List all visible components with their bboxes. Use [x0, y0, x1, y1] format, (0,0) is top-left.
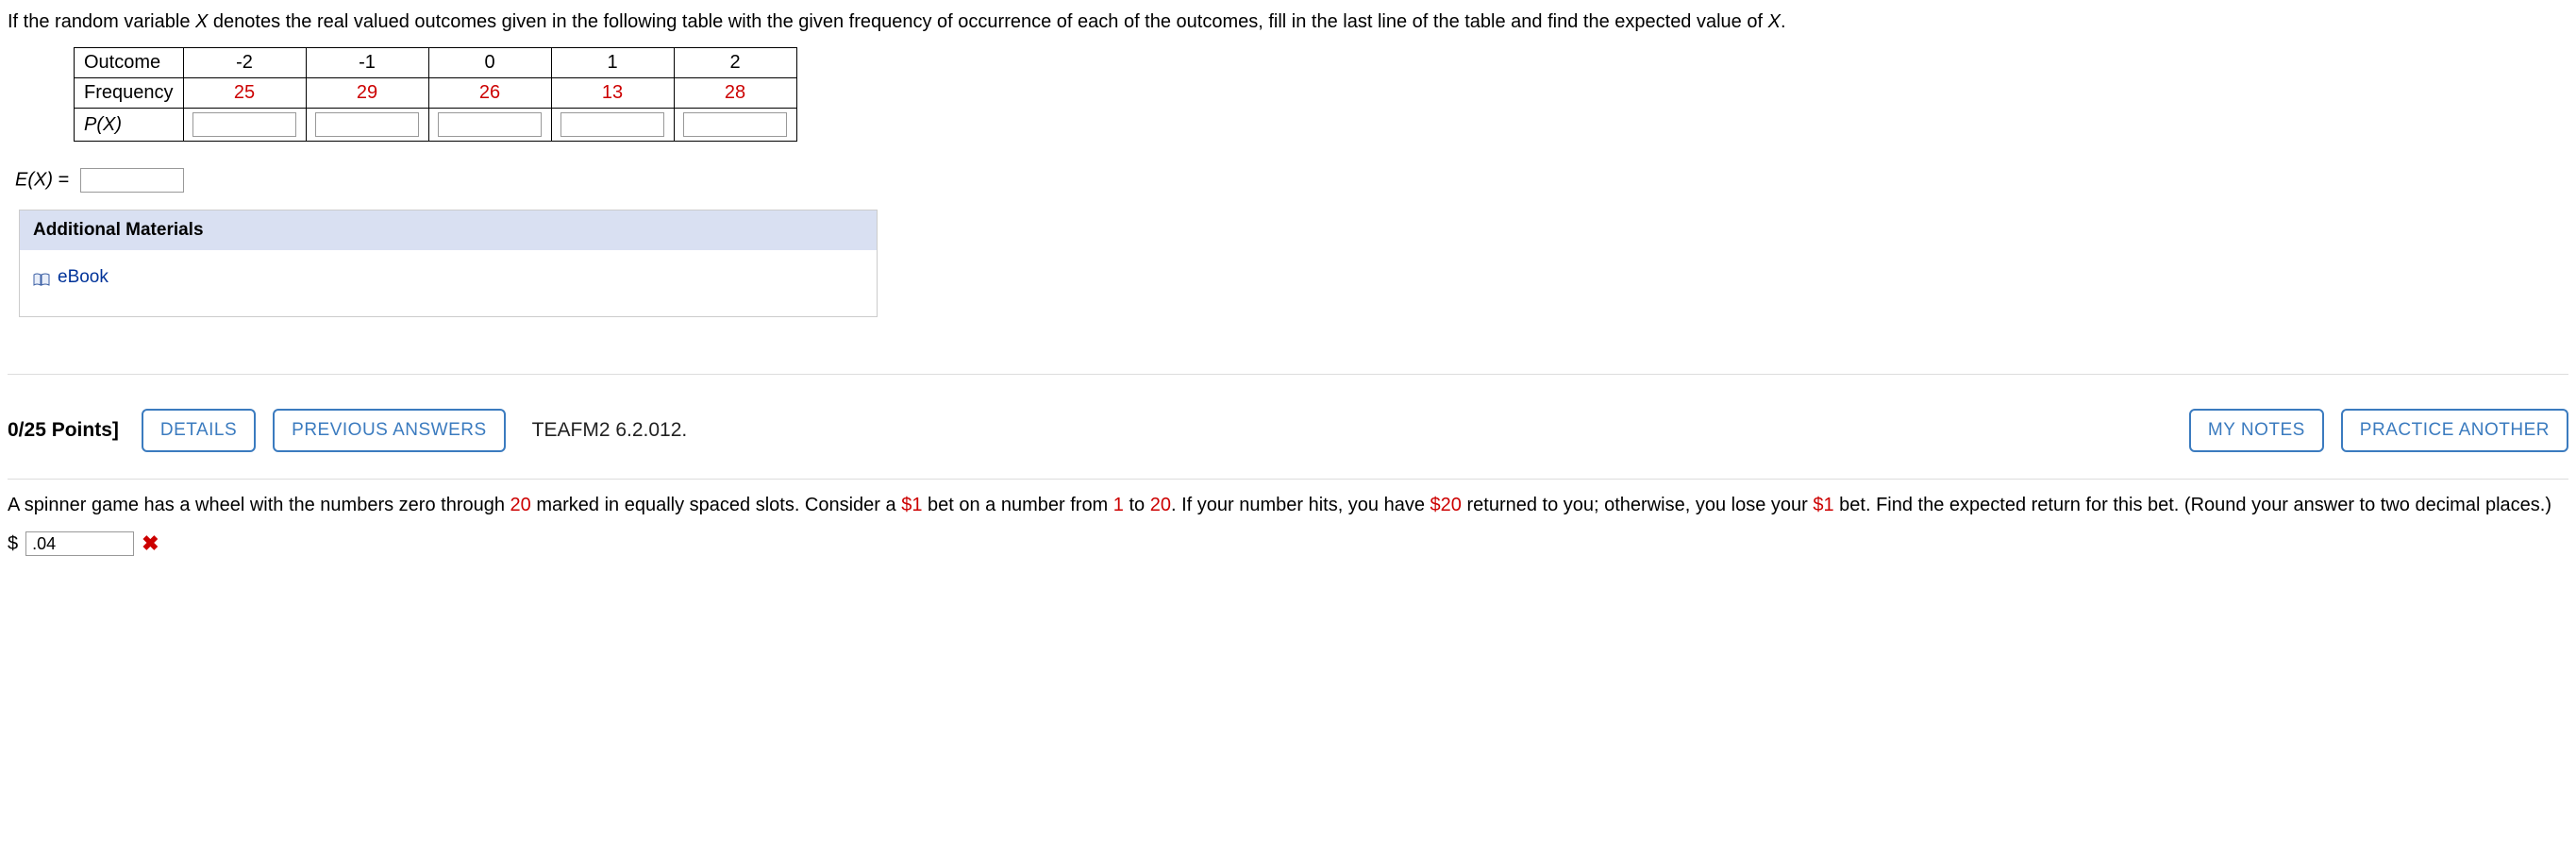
expected-value-input[interactable] [80, 168, 184, 193]
q1-var-x: X [195, 11, 208, 32]
table-row: Frequency 25 29 26 13 28 [75, 78, 797, 109]
q2-bet: $1 [901, 495, 922, 515]
additional-materials-box: Additional Materials eBook [19, 210, 878, 317]
table-row: Outcome -2 -1 0 1 2 [75, 48, 797, 78]
px-label: P(X) [75, 109, 184, 142]
q1-text-b: denotes the real valued outcomes given i… [208, 11, 1767, 32]
q1-text-c: . [1781, 11, 1786, 32]
outcome-label: Outcome [75, 48, 184, 78]
q2-text-d: to [1124, 495, 1150, 515]
ebook-label: eBook [58, 267, 109, 288]
previous-answers-button[interactable]: PREVIOUS ANSWERS [273, 409, 506, 452]
px-cell [674, 109, 796, 142]
incorrect-icon: ✖ [142, 528, 159, 560]
frequency-cell: 13 [551, 78, 674, 109]
q2-text-c: bet on a number from [922, 495, 1112, 515]
points-label: 0/25 Points] [8, 419, 119, 442]
additional-materials-body: eBook [20, 250, 877, 316]
table-row: P(X) [75, 109, 797, 142]
additional-materials-header: Additional Materials [20, 211, 877, 250]
q2-bet2: $1 [1813, 495, 1833, 515]
px-cell [306, 109, 428, 142]
px-cell [551, 109, 674, 142]
ex-label-e: E [15, 169, 27, 190]
outcome-cell: 0 [428, 48, 551, 78]
q1-text-a: If the random variable [8, 11, 195, 32]
nav-right: MY NOTES PRACTICE ANOTHER [2189, 409, 2568, 452]
px-input-2[interactable] [438, 112, 542, 137]
book-icon [33, 271, 50, 284]
px-cell [183, 109, 306, 142]
expected-value-row: E(X) = [15, 168, 2568, 193]
q2-text-b: marked in equally spaced slots. Consider… [531, 495, 901, 515]
ebook-link[interactable]: eBook [33, 267, 109, 288]
q2-text-g: bet. Find the expected return for this b… [1834, 495, 2551, 515]
q2-return: $20 [1430, 495, 1462, 515]
q2-text-a: A spinner game has a wheel with the numb… [8, 495, 510, 515]
frequency-cell: 25 [183, 78, 306, 109]
q2-one: 1 [1113, 495, 1124, 515]
px-input-4[interactable] [683, 112, 787, 137]
frequency-cell: 29 [306, 78, 428, 109]
dollar-sign: $ [8, 530, 18, 559]
details-button[interactable]: DETAILS [142, 409, 256, 452]
q2-text-e: . If your number hits, you have [1171, 495, 1430, 515]
q2-20-a: 20 [510, 495, 531, 515]
frequency-label: Frequency [75, 78, 184, 109]
outcome-cell: -2 [183, 48, 306, 78]
outcome-table: Outcome -2 -1 0 1 2 Frequency 25 29 26 1… [74, 47, 797, 142]
outcome-cell: -1 [306, 48, 428, 78]
q2-20-b: 20 [1150, 495, 1171, 515]
outcome-cell: 2 [674, 48, 796, 78]
question-reference: TEAFM2 6.2.012. [532, 419, 688, 442]
my-notes-button[interactable]: MY NOTES [2189, 409, 2324, 452]
px-input-1[interactable] [315, 112, 419, 137]
q2-answer-row: $ ✖ [8, 528, 2568, 560]
q2-text-f: returned to you; otherwise, you lose you… [1462, 495, 1813, 515]
question-nav-row: 0/25 Points] DETAILS PREVIOUS ANSWERS TE… [8, 375, 2568, 479]
practice-another-button[interactable]: PRACTICE ANOTHER [2341, 409, 2568, 452]
q1-var-x2: X [1768, 11, 1781, 32]
px-input-0[interactable] [192, 112, 296, 137]
q2-answer-input[interactable] [25, 531, 134, 556]
outcome-table-wrap: Outcome -2 -1 0 1 2 Frequency 25 29 26 1… [74, 47, 2568, 142]
frequency-cell: 28 [674, 78, 796, 109]
q1-prompt: If the random variable X denotes the rea… [8, 8, 2568, 36]
ex-label-x: (X) [27, 169, 53, 190]
q2-prompt: A spinner game has a wheel with the numb… [8, 479, 2568, 560]
ex-label-eq: = [53, 169, 75, 190]
outcome-cell: 1 [551, 48, 674, 78]
frequency-cell: 26 [428, 78, 551, 109]
px-input-3[interactable] [560, 112, 664, 137]
px-label-text: P(X) [84, 114, 122, 135]
px-cell [428, 109, 551, 142]
